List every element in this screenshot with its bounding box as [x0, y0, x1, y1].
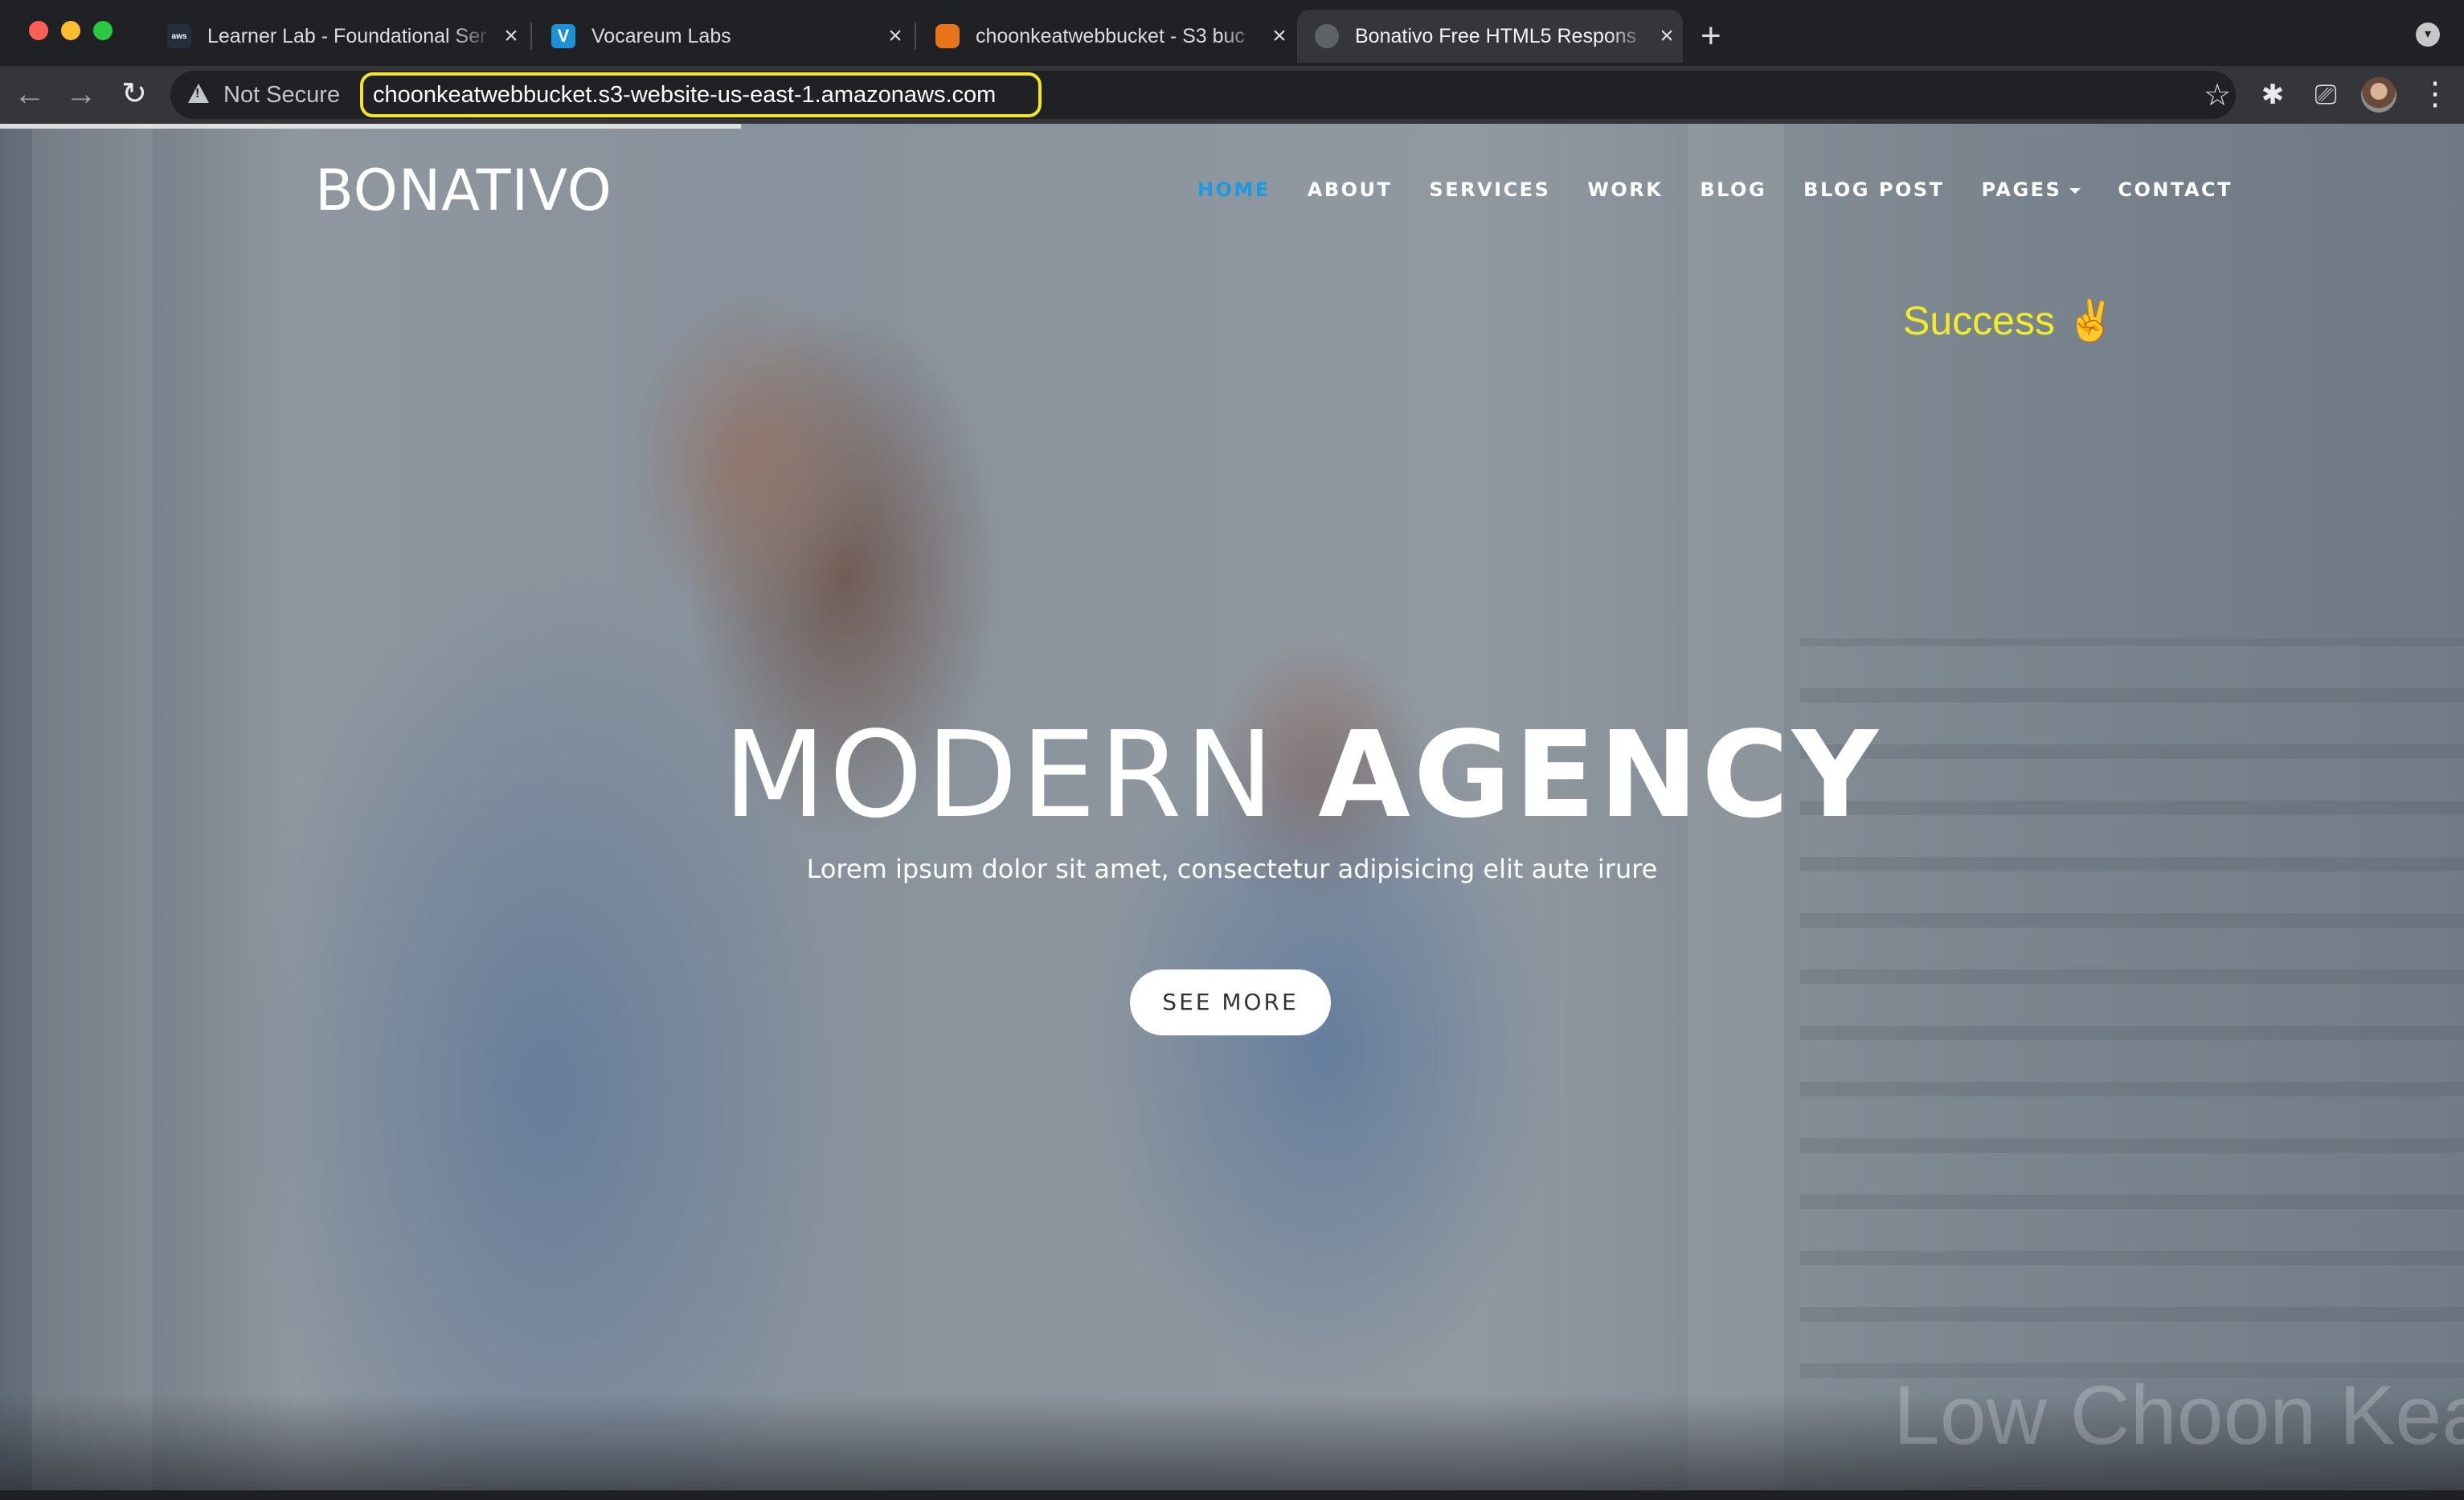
close-icon[interactable]: × — [1263, 23, 1295, 50]
reload-icon[interactable]: ↻ — [114, 74, 154, 114]
warning-icon — [188, 84, 209, 103]
caret-down-icon — [2069, 187, 2081, 194]
site-logo[interactable]: BONATIVO — [315, 158, 612, 223]
hero-title-bold: AGENCY — [1318, 706, 1882, 844]
tab-title: choonkeatwebbucket - S3 buc — [976, 24, 1245, 47]
main-nav: HOME ABOUT SERVICES WORK BLOG BLOG POST … — [1197, 174, 2233, 206]
address-bar[interactable]: Not Secure choonkeatwebbucket.s3-website… — [170, 71, 2236, 119]
aws-icon: aws — [167, 24, 191, 48]
window-bottom-edge — [0, 1490, 2464, 1500]
cast-icon[interactable]: ⎚ — [2308, 77, 2343, 113]
profile-avatar[interactable] — [2361, 77, 2396, 113]
bookmark-star-icon[interactable]: ☆ — [2204, 77, 2231, 113]
nav-blog-post[interactable]: BLOG POST — [1803, 178, 1944, 201]
vocareum-icon: V — [551, 24, 575, 48]
url-field[interactable]: choonkeatwebbucket.s3-website-us-east-1.… — [360, 72, 1042, 117]
nav-home[interactable]: HOME — [1197, 178, 1271, 201]
tab-s3-bucket[interactable]: choonkeatwebbucket - S3 buc × — [918, 10, 1295, 63]
hero-title: MODERN AGENCY — [723, 706, 1878, 844]
minimize-window-button[interactable] — [61, 21, 80, 40]
hero-subtitle: Lorem ipsum dolor sit amet, consectetur … — [806, 854, 1658, 884]
extensions-icon[interactable]: ✱ — [2255, 77, 2290, 113]
tab-separator — [915, 23, 916, 50]
tab-strip: aws Learner Lab - Foundational Ser × V V… — [0, 0, 2464, 66]
close-icon[interactable]: × — [879, 23, 911, 50]
nav-blog[interactable]: BLOG — [1700, 178, 1766, 201]
watermark-text: Low Choon Keat — [1893, 1369, 2464, 1462]
forward-icon[interactable]: → — [61, 74, 101, 114]
new-tab-button[interactable]: + — [1701, 14, 1721, 58]
success-message: Success ✌ — [1903, 298, 2117, 343]
tab-title: Bonativo Free HTML5 Respons — [1355, 24, 1637, 47]
page-viewport: BONATIVO HOME ABOUT SERVICES WORK BLOG B… — [0, 124, 2464, 1490]
close-window-button[interactable] — [29, 21, 48, 40]
nav-services[interactable]: SERVICES — [1429, 178, 1550, 201]
browser-toolbar: ← → ↻ Not Secure choonkeatwebbucket.s3-w… — [0, 66, 2464, 124]
close-icon[interactable]: × — [495, 23, 527, 50]
tab-title: Vocareum Labs — [591, 24, 731, 47]
nav-about[interactable]: ABOUT — [1308, 178, 1393, 201]
s3-bucket-icon — [935, 24, 960, 48]
nav-pages-label: PAGES — [1981, 178, 2062, 201]
tab-learner-lab[interactable]: aws Learner Lab - Foundational Ser × — [149, 10, 527, 63]
close-icon[interactable]: × — [1651, 23, 1683, 50]
browser-menu-icon[interactable]: ⋮ — [2419, 74, 2451, 114]
loading-bar — [0, 124, 741, 129]
hero-title-light: MODERN — [723, 706, 1278, 844]
tab-vocareum[interactable]: V Vocareum Labs × — [534, 10, 911, 63]
nav-contact[interactable]: CONTACT — [2118, 178, 2233, 201]
nav-work[interactable]: WORK — [1587, 178, 1663, 201]
tab-title: Learner Lab - Foundational Ser — [207, 24, 487, 47]
see-more-button[interactable]: SEE MORE — [1130, 969, 1331, 1035]
tab-search-icon[interactable]: ▾ — [2416, 23, 2440, 47]
tab-separator — [530, 23, 532, 50]
back-icon[interactable]: ← — [10, 74, 50, 114]
tab-bonativo[interactable]: Bonativo Free HTML5 Respons × — [1297, 10, 1683, 63]
zoom-window-button[interactable] — [93, 21, 113, 40]
globe-icon — [1315, 24, 1339, 48]
nav-pages[interactable]: PAGES — [1982, 178, 2081, 201]
security-indicator[interactable]: Not Secure — [223, 82, 340, 109]
